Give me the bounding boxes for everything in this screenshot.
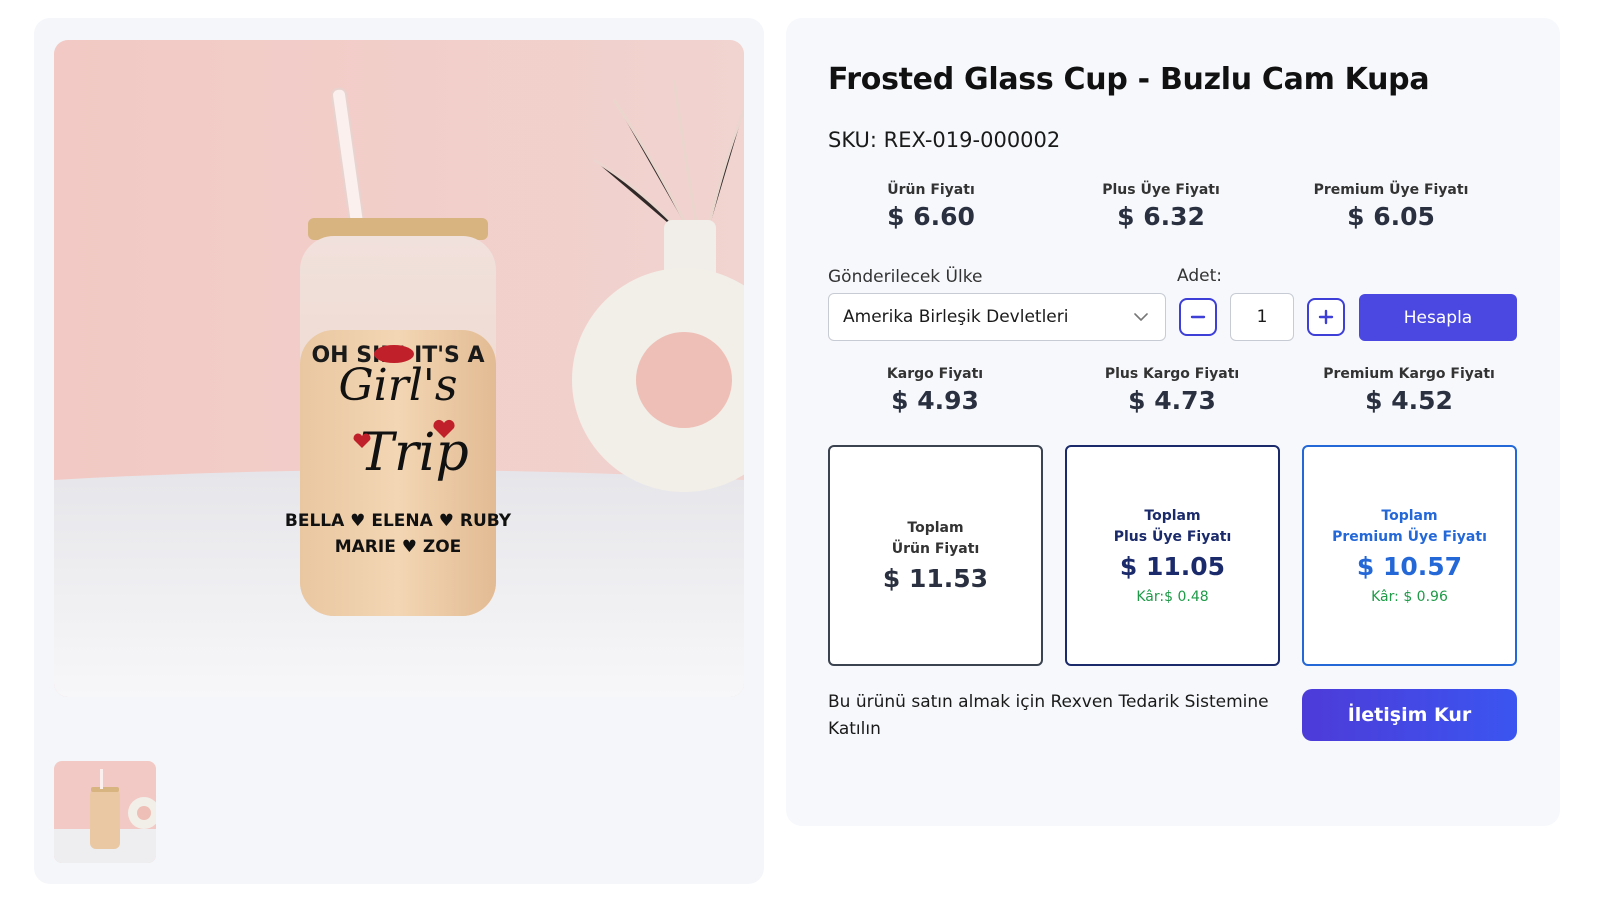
price-value: $ 6.05 bbox=[1347, 202, 1435, 231]
join-message: Bu ürünü satın almak için Rexven Tedarik… bbox=[828, 692, 1269, 739]
total-plus-card: Toplam Plus Üye Fiyatı $ 11.05 Kâr:$ 0.4… bbox=[1065, 445, 1280, 666]
price-label: Ürün Fiyatı bbox=[887, 182, 975, 198]
shipping-price-premium: Premium Kargo Fiyatı $ 4.52 bbox=[1309, 366, 1509, 415]
price-standard: Ürün Fiyatı $ 6.60 bbox=[831, 182, 1031, 231]
svg-text:BELLA ♥ ELENA ♥ RUBY: BELLA ♥ ELENA ♥ RUBY bbox=[285, 511, 512, 531]
quantity-input[interactable] bbox=[1230, 293, 1294, 341]
increase-quantity-button[interactable] bbox=[1307, 298, 1345, 336]
calculate-button[interactable]: Hesapla bbox=[1359, 294, 1517, 341]
total-sublabel: Ürün Fiyatı bbox=[891, 541, 980, 557]
svg-text:Girl's: Girl's bbox=[338, 360, 457, 411]
total-standard-card: Toplam Ürün Fiyatı $ 11.53 bbox=[828, 445, 1043, 666]
price-premium: Premium Üye Fiyatı $ 6.05 bbox=[1291, 182, 1491, 231]
total-label: Toplam bbox=[907, 520, 964, 536]
price-label: Plus Üye Fiyatı bbox=[1102, 182, 1220, 198]
shipping-price-label: Kargo Fiyatı bbox=[886, 366, 984, 382]
total-value: $ 11.05 bbox=[1119, 552, 1226, 581]
decrease-quantity-button[interactable] bbox=[1179, 298, 1217, 336]
price-plus: Plus Üye Fiyatı $ 6.32 bbox=[1061, 182, 1261, 231]
country-select-value: Amerika Birleşik Devletleri bbox=[843, 307, 1069, 327]
total-label: Toplam bbox=[1381, 508, 1438, 524]
minus-icon bbox=[1190, 315, 1206, 319]
country-label: Gönderilecek Ülke bbox=[828, 267, 983, 287]
country-select[interactable]: Amerika Birleşik Devletleri bbox=[828, 293, 1166, 341]
total-label: Toplam bbox=[1144, 508, 1201, 524]
product-title: Frosted Glass Cup - Buzlu Cam Kupa bbox=[828, 62, 1430, 97]
product-thumbnail[interactable] bbox=[54, 761, 156, 863]
price-value: $ 6.32 bbox=[1117, 202, 1205, 231]
price-value: $ 6.60 bbox=[887, 202, 975, 231]
shipping-price-value: $ 4.52 bbox=[1365, 386, 1453, 415]
total-sublabel: Premium Üye Fiyatı bbox=[1332, 529, 1487, 545]
total-value: $ 11.53 bbox=[882, 564, 989, 593]
svg-text:MARIE ♥ ZOE: MARIE ♥ ZOE bbox=[335, 537, 462, 557]
total-sublabel: Plus Üye Fiyatı bbox=[1113, 529, 1232, 545]
plus-icon bbox=[1318, 309, 1334, 325]
shipping-price-plus: Plus Kargo Fiyatı $ 4.73 bbox=[1072, 366, 1272, 415]
shipping-price-standard: Kargo Fiyatı $ 4.93 bbox=[835, 366, 1035, 415]
shipping-price-value: $ 4.93 bbox=[891, 386, 979, 415]
product-sku: SKU: REX-019-000002 bbox=[828, 128, 1061, 152]
contact-button[interactable]: İletişim Kur bbox=[1302, 689, 1517, 741]
svg-text:Trip: Trip bbox=[359, 423, 468, 483]
shipping-price-value: $ 4.73 bbox=[1128, 386, 1216, 415]
product-main-image[interactable]: OH SIP! IT'S A Girl's Trip BELLA ♥ ELENA… bbox=[54, 40, 744, 697]
profit-text: Kâr:$ 0.48 bbox=[1136, 589, 1209, 605]
price-label: Premium Üye Fiyatı bbox=[1313, 182, 1469, 198]
shipping-price-label: Plus Kargo Fiyatı bbox=[1104, 366, 1240, 382]
quantity-label: Adet: bbox=[1177, 266, 1222, 286]
profit-text: Kâr: $ 0.96 bbox=[1371, 589, 1448, 605]
shipping-price-label: Premium Kargo Fiyatı bbox=[1323, 366, 1495, 382]
chevron-down-icon bbox=[1134, 313, 1148, 321]
product-photo: OH SIP! IT'S A Girl's Trip BELLA ♥ ELENA… bbox=[54, 40, 744, 697]
total-premium-card: Toplam Premium Üye Fiyatı $ 10.57 Kâr: $… bbox=[1302, 445, 1517, 666]
total-value: $ 10.57 bbox=[1356, 552, 1463, 581]
